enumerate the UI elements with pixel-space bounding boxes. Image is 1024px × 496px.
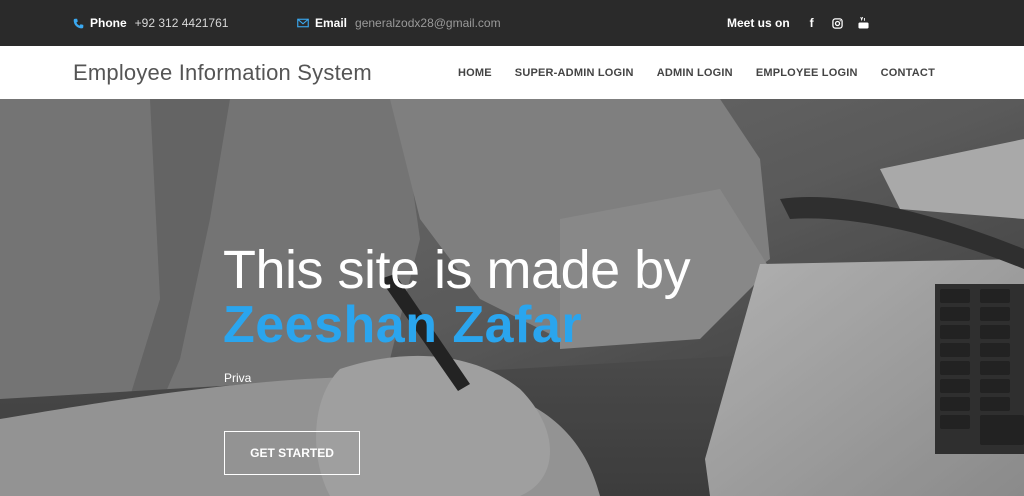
main-navbar: Employee Information System HOME SUPER-A…: [0, 46, 1024, 100]
phone-icon: [73, 18, 84, 29]
phone-number[interactable]: +92 312 4421761: [135, 16, 229, 30]
nav-contact[interactable]: CONTACT: [881, 67, 935, 79]
facebook-icon[interactable]: f: [804, 15, 820, 31]
email-address[interactable]: generalzodx28@gmail.com: [355, 16, 501, 30]
nav-admin-login[interactable]: ADMIN LOGIN: [657, 67, 733, 79]
email-label: Email: [315, 16, 348, 30]
phone-contact: Phone +92 312 4421761: [73, 0, 228, 46]
hero-subtitle: Priva: [224, 371, 252, 385]
site-title[interactable]: Employee Information System: [73, 46, 372, 99]
hero-section: This site is made by Zeeshan Zafar Priva…: [0, 99, 1024, 496]
instagram-icon[interactable]: [830, 15, 846, 31]
get-started-button[interactable]: GET STARTED: [224, 431, 360, 475]
top-contact-bar: Phone +92 312 4421761 Email generalzodx2…: [0, 0, 1024, 46]
nav-employee-login[interactable]: EMPLOYEE LOGIN: [756, 67, 858, 79]
nav-home[interactable]: HOME: [458, 67, 492, 79]
hero-author-name: Zeeshan Zafar: [223, 296, 583, 354]
phone-label: Phone: [90, 16, 127, 30]
email-contact: Email generalzodx28@gmail.com: [297, 0, 501, 46]
hero-heading: This site is made by: [223, 240, 691, 300]
nav-super-admin-login[interactable]: SUPER-ADMIN LOGIN: [515, 67, 634, 79]
social-links: Meet us on f: [727, 0, 882, 46]
youtube-icon[interactable]: [856, 15, 872, 31]
social-label: Meet us on: [727, 16, 790, 30]
envelope-icon: [297, 18, 309, 28]
nav-menu: HOME SUPER-ADMIN LOGIN ADMIN LOGIN EMPLO…: [435, 46, 935, 99]
